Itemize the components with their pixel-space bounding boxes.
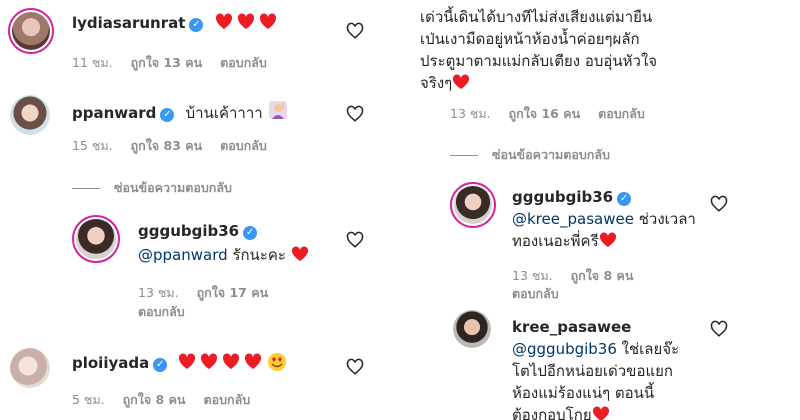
like-count[interactable]: ถูกใจ 17 คน [197, 285, 269, 300]
reply-button[interactable]: ตอบกลับ [220, 55, 267, 70]
person-raising-hand-emoji-icon [268, 100, 288, 124]
avatar[interactable] [10, 348, 50, 388]
heart-emoji-row [178, 353, 288, 372]
reply-button[interactable]: ตอบกลับ [138, 304, 185, 319]
comment-meta: 11 ชม. ถูกใจ 13 คน ตอบกลับ [72, 53, 281, 73]
right-comments-panel: เด่วนี้เดินได้บางทีไม่ส่งเสียงแต่มายืน เ… [395, 0, 800, 420]
avatar[interactable] [10, 95, 50, 135]
comment-meta: 5 ชม. ถูกใจ 8 คน ตอบกลับ [72, 390, 264, 410]
verified-badge-icon: ✓ [153, 358, 168, 372]
like-count[interactable]: ถูกใจ 8 คน [571, 268, 634, 283]
heart-emoji-icon [592, 406, 609, 420]
comment-text: @ppanward รักนะคะ [138, 244, 309, 266]
comment-time: 13 ชม. [138, 285, 179, 300]
comment-meta: ตอบกลับ [512, 284, 573, 304]
like-heart-icon[interactable] [346, 231, 364, 249]
avatar[interactable] [453, 310, 491, 348]
avatar[interactable] [8, 8, 54, 54]
mention-link[interactable]: @kree_pasawee [512, 210, 634, 228]
like-count[interactable]: ถูกใจ 16 คน [509, 106, 581, 121]
verified-badge-icon: ✓ [617, 192, 632, 206]
comment-meta: 13 ชม. ถูกใจ 8 คน [512, 266, 647, 286]
reply-button[interactable]: ตอบกลับ [203, 392, 250, 407]
comment-meta: ตอบกลับ [138, 302, 199, 322]
reply-button[interactable]: ตอบกลับ [512, 286, 559, 301]
like-heart-icon[interactable] [710, 195, 728, 213]
comment-text: เด่วนี้เดินได้บางทีไม่ส่งเสียงแต่มายืน เ… [420, 8, 658, 92]
comment-username[interactable]: ploiiyada ✓ [72, 352, 288, 372]
comment-time: 13 ชม. [450, 106, 491, 121]
verified-badge-icon: ✓ [160, 108, 175, 122]
comment-time: 11 ชม. [72, 55, 113, 70]
like-heart-icon[interactable] [710, 320, 728, 338]
hide-replies-button[interactable]: ซ่อนข้อความตอบกลับ [450, 145, 610, 165]
like-count[interactable]: ถูกใจ 8 คน [123, 392, 186, 407]
avatar[interactable] [72, 215, 120, 263]
comment-username[interactable]: kree_pasawee [512, 318, 631, 336]
hide-replies-button[interactable]: ซ่อนข้อความตอบกลับ [72, 178, 232, 198]
comment-username[interactable]: lydiasarunrat ✓ [72, 13, 279, 32]
panel-gap [385, 0, 395, 420]
comment-meta: 13 ชม. ถูกใจ 17 คน [138, 283, 282, 303]
divider [72, 188, 100, 189]
divider [450, 155, 478, 156]
left-comments-panel: lydiasarunrat ✓ 11 ชม. ถูกใจ 13 คน ตอบกลั… [0, 0, 385, 420]
comment-username[interactable]: ppanward ✓ บ้านเค้าาาา [72, 100, 288, 125]
heart-emoji-icon [599, 232, 616, 247]
comment-text: @gggubgib36 ใช่เลยจ๊ะ โตไปอีกหน่อยเด่วขอ… [512, 340, 680, 420]
heart-emoji-icon [291, 246, 308, 261]
verified-badge-icon: ✓ [189, 18, 204, 32]
comment-username[interactable]: gggubgib36 ✓ [138, 222, 258, 240]
like-heart-icon[interactable] [346, 22, 364, 40]
like-count[interactable]: ถูกใจ 13 คน [131, 55, 203, 70]
avatar[interactable] [450, 182, 496, 228]
like-heart-icon[interactable] [346, 358, 364, 376]
like-count[interactable]: ถูกใจ 83 คน [131, 138, 203, 153]
comment-time: 5 ชม. [72, 392, 105, 407]
comment-username[interactable]: gggubgib36 ✓ [512, 188, 632, 206]
reply-button[interactable]: ตอบกลับ [598, 106, 645, 121]
reply-button[interactable]: ตอบกลับ [220, 138, 267, 153]
comment-time: 13 ชม. [512, 268, 553, 283]
mention-link[interactable]: @ppanward [138, 246, 228, 264]
heart-emoji-row [215, 13, 279, 32]
comment-text: บ้านเค้าาาา [185, 104, 263, 122]
mention-link[interactable]: @gggubgib36 [512, 340, 617, 358]
verified-badge-icon: ✓ [243, 226, 258, 240]
comment-text: @kree_pasawee ช่วงเวลา ทองเนอะพี่ครี [512, 210, 696, 250]
comment-meta: 13 ชม. ถูกใจ 16 คน ตอบกลับ [450, 104, 659, 124]
heart-emoji-icon [453, 74, 470, 89]
comment-time: 15 ชม. [72, 138, 113, 153]
like-heart-icon[interactable] [346, 105, 364, 123]
comment-meta: 15 ชม. ถูกใจ 83 คน ตอบกลับ [72, 136, 281, 156]
